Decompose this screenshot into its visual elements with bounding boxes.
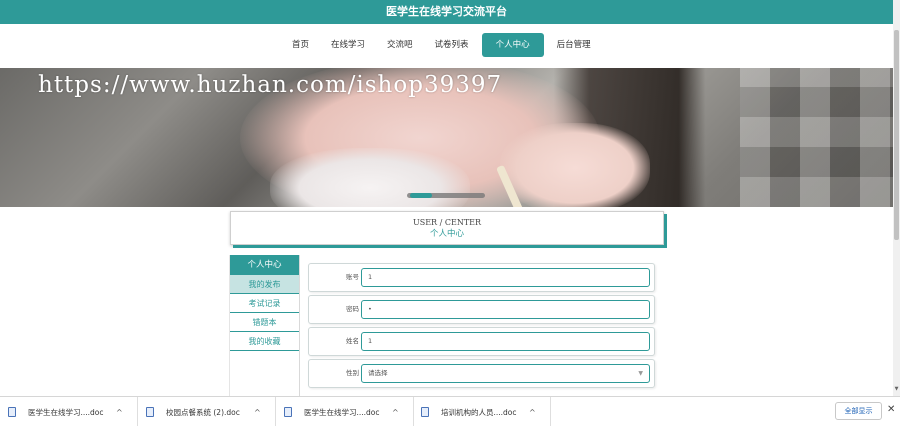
profile-form: 账号 1 密码 • 姓名 1 性别 请选择 ▼ bbox=[308, 263, 655, 391]
form-row-password: 密码 • bbox=[308, 295, 655, 324]
site-title: 医学生在线学习交流平台 bbox=[386, 5, 507, 18]
show-all-downloads-button[interactable]: 全部显示 bbox=[835, 402, 882, 420]
chevron-down-icon: ▼ bbox=[638, 370, 643, 377]
download-bar: 医学生在线学习....doc ^ 校园点餐系统 (2).doc ^ 医学生在线学… bbox=[0, 396, 900, 426]
form-row-name: 姓名 1 bbox=[308, 327, 655, 356]
download-file-name: 校园点餐系统 (2).doc bbox=[166, 407, 240, 417]
download-file-name: 培训机构的人员....doc bbox=[441, 407, 517, 417]
download-item[interactable]: 校园点餐系统 (2).doc ^ bbox=[146, 397, 276, 426]
sidebar-item-favorites[interactable]: 我的收藏 bbox=[230, 332, 299, 351]
sidebar-item-wrong-questions[interactable]: 错题本 bbox=[230, 313, 299, 332]
chevron-up-icon[interactable]: ^ bbox=[529, 408, 536, 417]
doc-file-icon bbox=[146, 407, 154, 417]
gender-select-value: 请选择 bbox=[368, 369, 388, 377]
nav-forum[interactable]: 交流吧 bbox=[378, 33, 422, 57]
user-sidebar: 个人中心 我的发布 考试记录 错题本 我的收藏 bbox=[229, 255, 300, 396]
heading-cn: 个人中心 bbox=[429, 229, 464, 239]
main-nav: 首页 在线学习 交流吧 试卷列表 个人中心 后台管理 bbox=[0, 24, 893, 68]
sidebar-head: 个人中心 bbox=[230, 255, 299, 275]
sidebar-item-my-posts[interactable]: 我的发布 bbox=[230, 275, 299, 294]
nav-user-center[interactable]: 个人中心 bbox=[481, 33, 544, 57]
download-item[interactable]: 医学生在线学习....doc ^ bbox=[284, 397, 414, 426]
form-row-gender: 性别 请选择 ▼ bbox=[308, 359, 655, 388]
name-input[interactable]: 1 bbox=[361, 332, 650, 351]
site-title-bar: 医学生在线学习交流平台 bbox=[0, 0, 893, 24]
doc-file-icon bbox=[421, 407, 429, 417]
download-item[interactable]: 培训机构的人员....doc ^ bbox=[421, 397, 551, 426]
close-icon[interactable]: ✕ bbox=[887, 404, 895, 415]
password-label: 密码 bbox=[346, 305, 359, 313]
doc-file-icon bbox=[284, 407, 292, 417]
account-input[interactable]: 1 bbox=[361, 268, 650, 287]
download-file-name: 医学生在线学习....doc bbox=[304, 407, 380, 417]
nav-exam-list[interactable]: 试卷列表 bbox=[426, 33, 478, 57]
sidebar-item-exam-records[interactable]: 考试记录 bbox=[230, 294, 299, 313]
chevron-up-icon[interactable]: ^ bbox=[392, 408, 399, 417]
carousel-pager-active[interactable] bbox=[410, 193, 432, 198]
heading-en: USER / CENTER bbox=[412, 218, 482, 227]
doc-file-icon bbox=[8, 407, 16, 417]
watermark-text: https://www.huzhan.com/ishop39397 bbox=[38, 72, 503, 98]
download-file-name: 医学生在线学习....doc bbox=[28, 407, 104, 417]
nav-admin[interactable]: 后台管理 bbox=[548, 33, 600, 57]
form-row-account: 账号 1 bbox=[308, 263, 655, 292]
download-item[interactable]: 医学生在线学习....doc ^ bbox=[8, 397, 138, 426]
chevron-up-icon[interactable]: ^ bbox=[254, 408, 261, 417]
gender-select[interactable]: 请选择 ▼ bbox=[361, 364, 650, 383]
name-label: 姓名 bbox=[346, 337, 359, 345]
chevron-up-icon[interactable]: ^ bbox=[116, 408, 123, 417]
page-scrollbar-thumb[interactable] bbox=[894, 30, 899, 240]
account-label: 账号 bbox=[346, 273, 359, 281]
gender-label: 性别 bbox=[346, 369, 359, 377]
scroll-down-arrow-icon[interactable]: ▼ bbox=[893, 386, 900, 394]
nav-home[interactable]: 首页 bbox=[283, 33, 318, 57]
password-input[interactable]: • bbox=[361, 300, 650, 319]
nav-online-learning[interactable]: 在线学习 bbox=[322, 33, 374, 57]
user-center-heading: USER / CENTER 个人中心 bbox=[230, 211, 664, 245]
